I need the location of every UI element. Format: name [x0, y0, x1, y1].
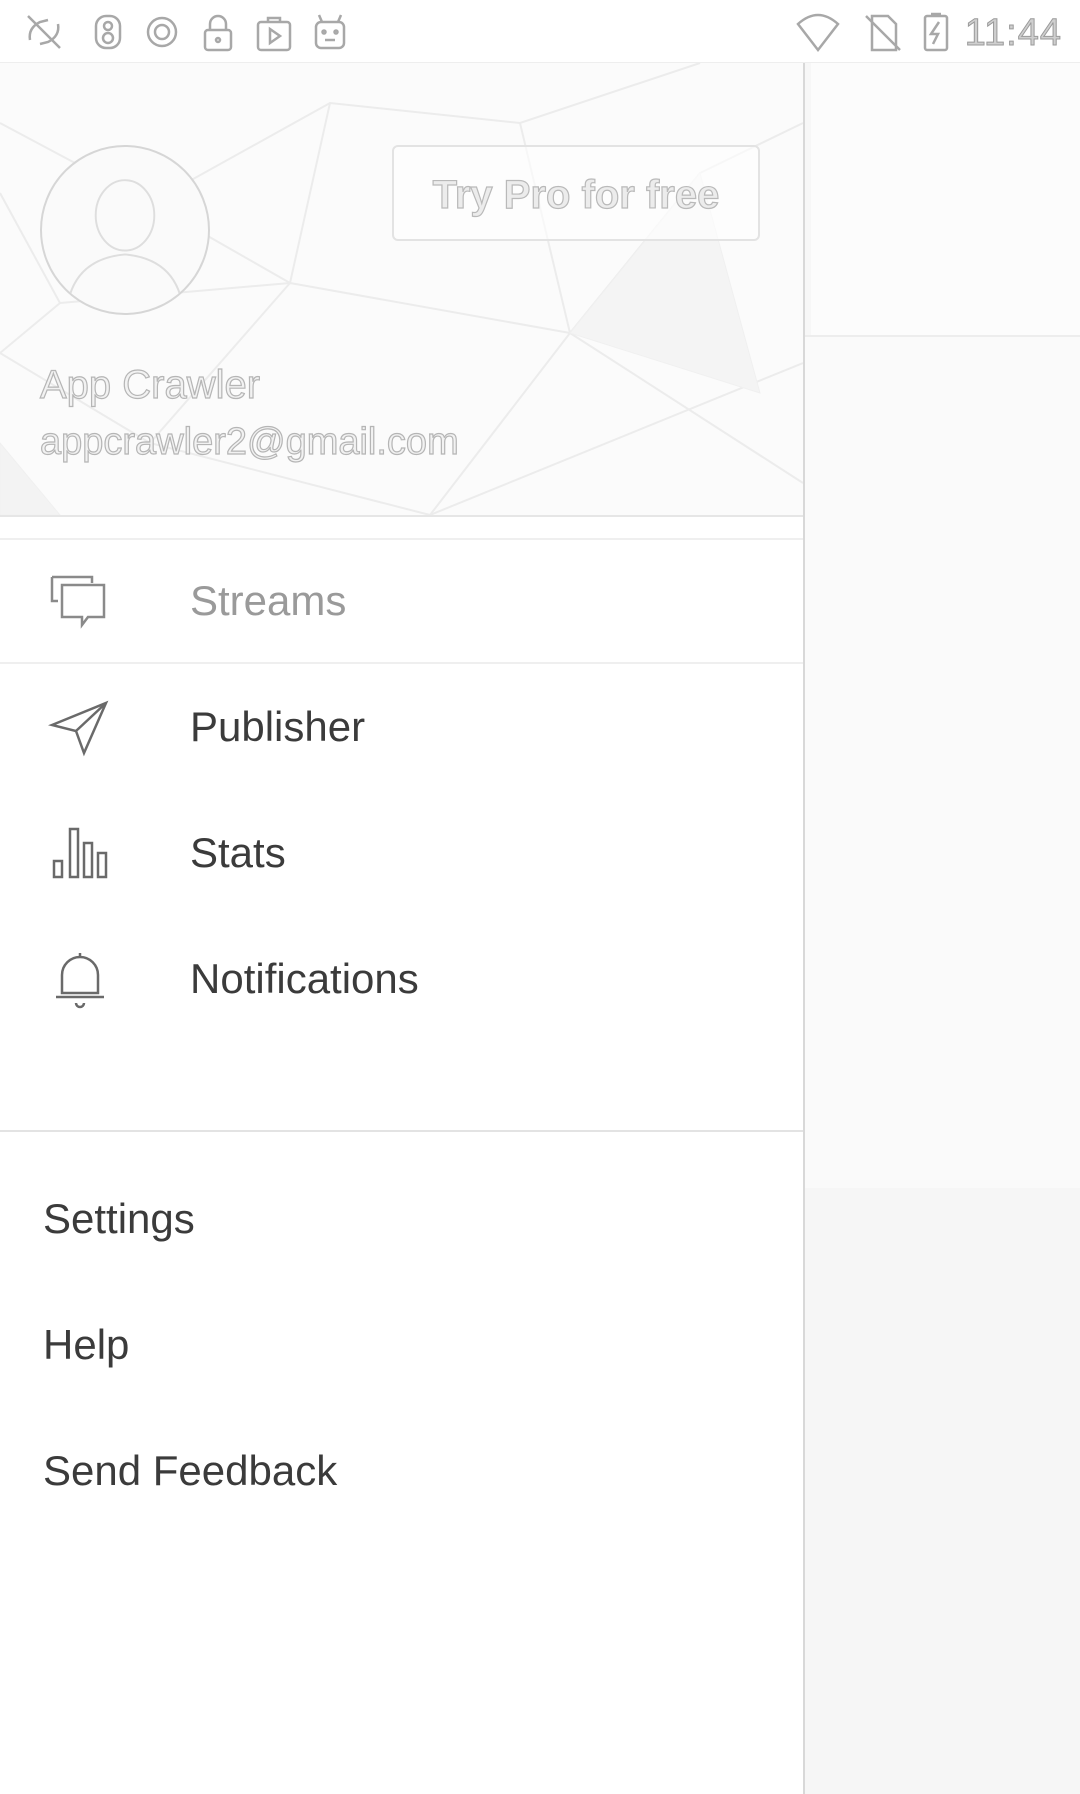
nav-label-streams: Streams	[190, 577, 347, 624]
avatar[interactable]	[40, 145, 210, 315]
nav-label-stats: Stats	[190, 829, 286, 876]
drawer-divider	[0, 1130, 803, 1132]
nav-item-stats[interactable]: Stats	[0, 790, 803, 916]
android-icon	[308, 10, 352, 54]
nav-item-publisher[interactable]: Publisher	[0, 664, 803, 790]
main-content-backdrop[interactable]	[805, 63, 1080, 1794]
lock-icon	[196, 10, 240, 54]
navigation-drawer: Try Pro for free App Crawler appcrawler2…	[0, 63, 805, 1794]
send-icon	[47, 695, 112, 759]
status-time: 11:44	[964, 12, 1062, 55]
nav-item-help[interactable]: Help	[0, 1282, 803, 1408]
nav-item-send-feedback[interactable]: Send Feedback	[0, 1408, 803, 1534]
nav-item-settings[interactable]: Settings	[0, 1156, 803, 1282]
user-email: appcrawler2@gmail.com	[39, 420, 459, 463]
wifi-icon	[796, 10, 840, 54]
bar-chart-icon	[48, 821, 112, 885]
nav-item-streams[interactable]: Streams	[0, 538, 803, 664]
status-bar: 11:44	[0, 0, 1080, 63]
content-card	[805, 63, 1080, 337]
content-area	[805, 1188, 1080, 1794]
bell-icon	[48, 947, 112, 1011]
sync-off-icon	[22, 10, 66, 54]
streams-icon	[48, 571, 112, 635]
nav-label-send-feedback: Send Feedback	[43, 1447, 338, 1494]
nav-label-help: Help	[43, 1321, 130, 1368]
battery-charging-icon	[914, 10, 958, 54]
drawer-nav-list: Streams Publisher Stats Notifications	[0, 538, 803, 1042]
lab-icon	[86, 10, 130, 54]
try-pro-button[interactable]: Try Pro for free	[392, 145, 760, 241]
record-icon	[140, 10, 184, 54]
nav-item-notifications[interactable]: Notifications	[0, 916, 803, 1042]
nav-label-publisher: Publisher	[190, 703, 366, 750]
play-store-icon	[252, 10, 296, 54]
no-sim-icon	[860, 10, 904, 54]
nav-label-notifications: Notifications	[190, 955, 419, 1002]
nav-label-settings: Settings	[43, 1195, 195, 1242]
drawer-header: Try Pro for free App Crawler appcrawler2…	[0, 63, 803, 517]
user-name: App Crawler	[39, 362, 261, 407]
